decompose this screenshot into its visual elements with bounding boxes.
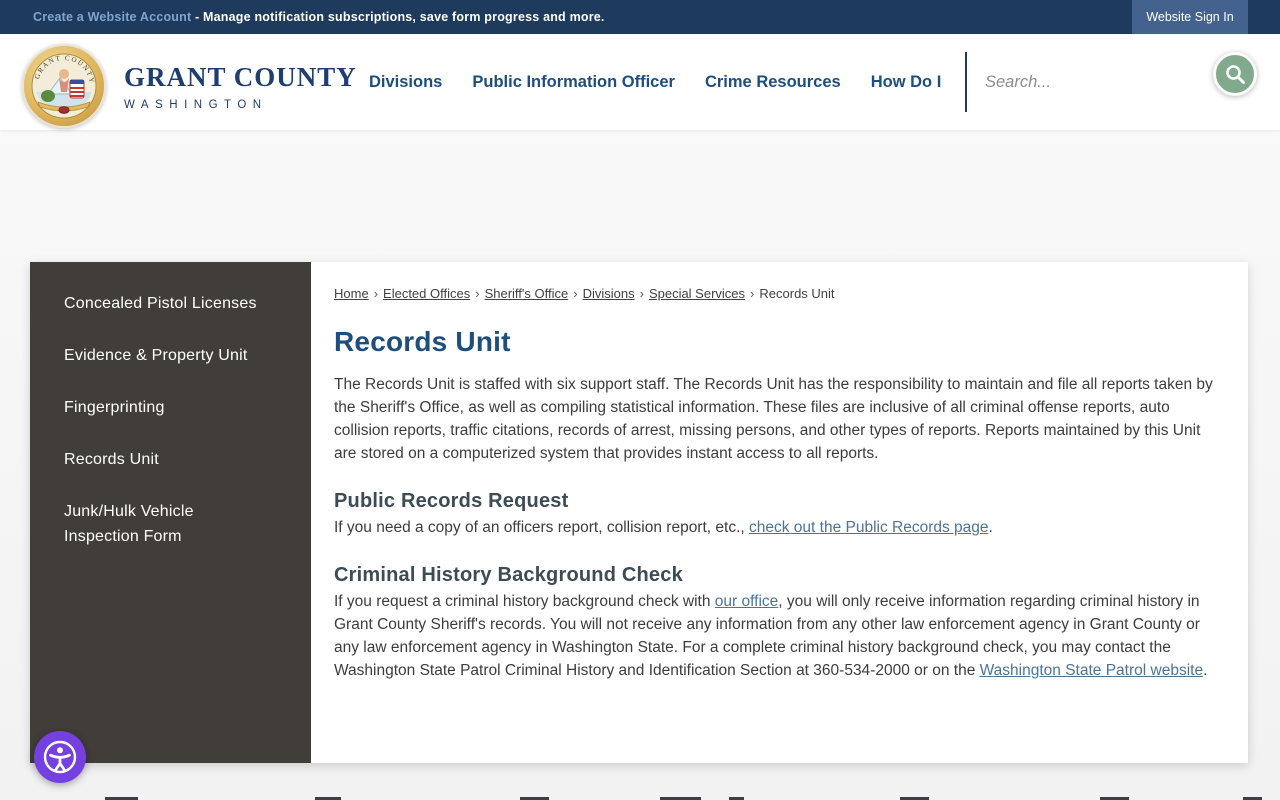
- breadcrumb-elected-offices[interactable]: Elected Offices: [383, 286, 470, 301]
- washington-state-patrol-website-link[interactable]: Washington State Patrol website: [980, 662, 1203, 679]
- create-account-link[interactable]: Create a Website Account: [33, 10, 191, 24]
- section-heading-criminal-history-background-check: Criminal History Background Check: [334, 564, 1225, 587]
- topbar: Create a Website Account - Manage notifi…: [0, 0, 1280, 34]
- brand-subtitle: WASHINGTON: [124, 99, 357, 111]
- website-signin-button[interactable]: Website Sign In: [1132, 0, 1248, 34]
- sidebar-item-junk-hulk-vehicle-inspection-form[interactable]: Junk/Hulk Vehicle Inspection Form: [64, 485, 269, 562]
- sidebar-item-evidence-property-unit[interactable]: Evidence & Property Unit: [64, 329, 269, 381]
- nav-item-crime-resources[interactable]: Crime Resources: [690, 73, 856, 92]
- paragraph-text: If you request a criminal history backgr…: [334, 593, 715, 610]
- breadcrumb-divisions[interactable]: Divisions: [583, 286, 635, 301]
- brand-text: GRANT COUNTY WASHINGTON: [124, 62, 357, 111]
- breadcrumb-special-services[interactable]: Special Services: [649, 286, 745, 301]
- search-button[interactable]: [1213, 52, 1257, 96]
- accessibility-button[interactable]: [34, 731, 86, 783]
- list-item: Concealed Pistol Licenses: [64, 277, 277, 329]
- nav-item-how-do-i[interactable]: How Do I: [856, 73, 957, 92]
- breadcrumb-separator: ›: [374, 286, 378, 301]
- list-item: Junk/Hulk Vehicle Inspection Form: [64, 485, 277, 562]
- sidebar-item-fingerprinting[interactable]: Fingerprinting: [64, 381, 269, 433]
- sidebar-item-concealed-pistol-licenses[interactable]: Concealed Pistol Licenses: [64, 277, 269, 329]
- breadcrumb-separator: ›: [750, 286, 754, 301]
- main-nav: Divisions Public Information Officer Cri…: [354, 34, 956, 130]
- list-item: Records Unit: [64, 433, 277, 485]
- accessibility-icon: [40, 737, 80, 777]
- topbar-tagline: - Manage notification subscriptions, sav…: [191, 10, 604, 24]
- sidebar-item-records-unit[interactable]: Records Unit: [64, 433, 269, 485]
- paragraph-text: .: [989, 519, 993, 536]
- topbar-message: Create a Website Account - Manage notifi…: [0, 10, 605, 24]
- list-item: Evidence & Property Unit: [64, 329, 277, 381]
- county-seal-logo: GRANT COUNTY: [22, 44, 106, 128]
- paragraph-text: If you need a copy of an officers report…: [334, 519, 749, 536]
- search-input[interactable]: [985, 62, 1195, 102]
- our-office-link[interactable]: our office: [715, 593, 778, 610]
- breadcrumb-separator: ›: [475, 286, 479, 301]
- search-divider: [965, 52, 967, 112]
- breadcrumb-home[interactable]: Home: [334, 286, 369, 301]
- breadcrumb-current: Records Unit: [759, 286, 834, 301]
- site-header: GRANT COUNTY GRANT COUNTY WASHINGTON Div…: [0, 34, 1280, 130]
- public-records-page-link[interactable]: check out the Public Records page: [749, 519, 989, 536]
- intro-paragraph: The Records Unit is staffed with six sup…: [334, 373, 1225, 465]
- page-title: Records Unit: [334, 326, 1225, 358]
- main-content: Home › Elected Offices › Sheriff's Office › Di…: [311, 262, 1248, 763]
- public-records-paragraph: If you need a copy of an officers report…: [334, 516, 1225, 539]
- brand-title: GRANT COUNTY: [124, 62, 357, 93]
- paragraph-text: .: [1203, 662, 1207, 679]
- breadcrumb-separator: ›: [640, 286, 644, 301]
- breadcrumb-sheriffs-office[interactable]: Sheriff's Office: [485, 286, 569, 301]
- breadcrumb-separator: ›: [573, 286, 577, 301]
- brand-home-link[interactable]: GRANT COUNTY GRANT COUNTY WASHINGTON: [22, 44, 357, 128]
- content-container: Concealed Pistol Licenses Evidence & Pro…: [30, 262, 1248, 763]
- footer-cutoff-fragments: [0, 796, 1280, 800]
- list-item: Fingerprinting: [64, 381, 277, 433]
- search-icon: [1223, 62, 1247, 86]
- nav-item-public-information-officer[interactable]: Public Information Officer: [457, 73, 690, 92]
- nav-item-divisions[interactable]: Divisions: [354, 73, 457, 92]
- criminal-history-paragraph: If you request a criminal history backgr…: [334, 590, 1225, 682]
- sidebar: Concealed Pistol Licenses Evidence & Pro…: [30, 262, 311, 763]
- breadcrumb: Home › Elected Offices › Sheriff's Office › Di…: [334, 286, 1225, 301]
- sidebar-menu: Concealed Pistol Licenses Evidence & Pro…: [30, 262, 311, 577]
- section-heading-public-records-request: Public Records Request: [334, 490, 1225, 513]
